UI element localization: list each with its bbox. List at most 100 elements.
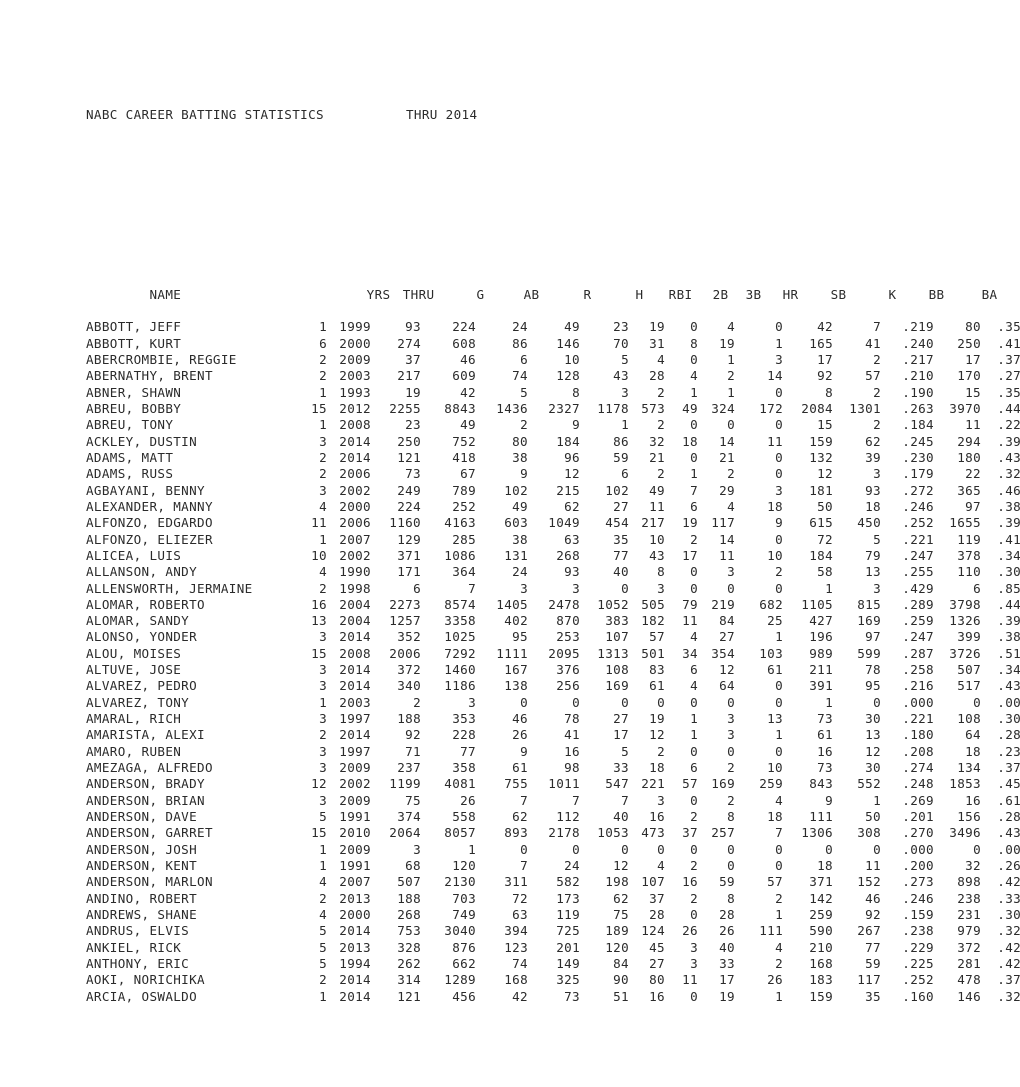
triples-cell: 6 [690, 662, 698, 678]
hits-cell: 98 [564, 760, 580, 776]
runs-cell: 1436 [496, 400, 528, 416]
runs-cell: 138 [504, 678, 528, 694]
rbi-cell: 17 [613, 727, 629, 743]
stolen-bases-cell: 9 [775, 515, 783, 531]
home-runs-cell: 4 [727, 319, 735, 335]
at-bats-cell: 49 [460, 417, 476, 433]
years-cell: 3 [319, 678, 327, 694]
games-cell: 268 [397, 907, 421, 923]
home-runs-cell: 64 [719, 678, 735, 694]
slugging-pct-cell: .357 [997, 384, 1020, 400]
batting-average-cell: .245 [902, 433, 934, 449]
stolen-bases-cell: 0 [775, 466, 783, 482]
report-thru-label: THRU 2014 [406, 106, 478, 122]
runs-cell: 74 [512, 368, 528, 384]
triples-cell: 0 [690, 449, 698, 465]
table-row: ANDREWS, SHANE 4 2000 268 749 63 119 75 28 0 28 1 25… [86, 907, 1020, 923]
player-name: ANDERSON, GARRET [86, 825, 213, 841]
games-cell: 371 [397, 547, 421, 563]
slugging-pct-cell: .000 [997, 694, 1020, 710]
slugging-pct-cell: .434 [997, 825, 1020, 841]
years-cell: 2 [319, 580, 327, 596]
years-cell: 4 [319, 498, 327, 514]
home-runs-cell: 0 [727, 417, 735, 433]
batting-average-cell: .248 [902, 776, 934, 792]
column-header-k: K [888, 286, 897, 302]
table-row: ARCIA, OSWALDO 1 2014 121 456 42 73 51 16 0 19 1 159… [86, 989, 1020, 1005]
rbi-cell: 189 [605, 923, 629, 939]
slugging-pct-cell: .322 [997, 923, 1020, 939]
runs-cell: 6 [520, 351, 528, 367]
hits-cell: 2178 [548, 825, 580, 841]
at-bats-cell: 77 [460, 743, 476, 759]
years-cell: 3 [319, 743, 327, 759]
games-cell: 71 [405, 743, 421, 759]
strikeouts-cell: 73 [817, 760, 833, 776]
rbi-cell: 0 [621, 580, 629, 596]
rbi-cell: 0 [621, 694, 629, 710]
home-runs-cell: 169 [711, 776, 735, 792]
triples-cell: 2 [690, 858, 698, 874]
hits-cell: 173 [556, 890, 580, 906]
stolen-bases-cell: 111 [759, 923, 783, 939]
table-row: AMEZAGA, ALFREDO 3 2009 237 358 61 98 33 18 6 2 10 7… [86, 760, 1020, 776]
at-bats-cell: 3358 [444, 613, 476, 629]
player-name: AMARAL, RICH [86, 711, 182, 727]
runs-cell: 167 [504, 662, 528, 678]
hits-cell: 78 [564, 711, 580, 727]
rbi-cell: 3 [621, 384, 629, 400]
home-runs-cell: 28 [719, 907, 735, 923]
years-cell: 4 [319, 564, 327, 580]
runs-cell: 95 [512, 629, 528, 645]
total-bases-cell: 517 [957, 678, 981, 694]
at-bats-cell: 3 [468, 694, 476, 710]
runs-cell: 1405 [496, 596, 528, 612]
player-name: ANDERSON, DAVE [86, 809, 198, 825]
home-runs-cell: 0 [727, 694, 735, 710]
stolen-bases-cell: 103 [759, 645, 783, 661]
slugging-pct-cell: .385 [997, 498, 1020, 514]
thru-year-cell: 2003 [339, 368, 371, 384]
doubles-cell: 221 [641, 776, 665, 792]
home-runs-cell: 14 [719, 531, 735, 547]
thru-year-cell: 2009 [339, 760, 371, 776]
triples-cell: 0 [690, 743, 698, 759]
doubles-cell: 2 [657, 417, 665, 433]
report-title-line: NABC CAREER BATTING STATISTICS THRU 2014 [86, 107, 1020, 123]
player-name: ABBOTT, KURT [86, 335, 182, 351]
hits-cell: 146 [556, 335, 580, 351]
at-bats-cell: 46 [460, 351, 476, 367]
player-name: ANDERSON, KENT [86, 858, 198, 874]
years-cell: 1 [319, 858, 327, 874]
total-bases-cell: 3970 [949, 400, 981, 416]
runs-cell: 311 [504, 874, 528, 890]
player-name: ALONSO, YONDER [86, 629, 198, 645]
player-name: AMARO, RUBEN [86, 743, 182, 759]
thru-year-cell: 1998 [339, 580, 371, 596]
player-name: ALFONZO, EDGARDO [86, 515, 213, 531]
doubles-cell: 45 [649, 939, 665, 955]
total-bases-cell: 0 [973, 694, 981, 710]
doubles-cell: 4 [657, 351, 665, 367]
batting-average-cell: .258 [902, 662, 934, 678]
home-runs-cell: 11 [719, 547, 735, 563]
batting-average-cell: .263 [902, 400, 934, 416]
rbi-cell: 198 [605, 874, 629, 890]
player-name: ABREU, TONY [86, 417, 174, 433]
years-cell: 15 [311, 825, 327, 841]
batting-average-cell: .221 [902, 711, 934, 727]
thru-year-cell: 2004 [339, 596, 371, 612]
runs-cell: 49 [512, 498, 528, 514]
home-runs-cell: 2 [727, 466, 735, 482]
triples-cell: 1 [690, 384, 698, 400]
triples-cell: 6 [690, 498, 698, 514]
player-name: ANDRUS, ELVIS [86, 923, 190, 939]
hits-cell: 73 [564, 988, 580, 1004]
thru-year-cell: 2013 [339, 939, 371, 955]
games-cell: 1257 [389, 613, 421, 629]
games-cell: 237 [397, 760, 421, 776]
slugging-pct-cell: .234 [997, 743, 1020, 759]
player-name: ALLENSWORTH, JERMAINE [86, 580, 253, 596]
games-cell: 92 [405, 727, 421, 743]
triples-cell: 34 [682, 645, 698, 661]
